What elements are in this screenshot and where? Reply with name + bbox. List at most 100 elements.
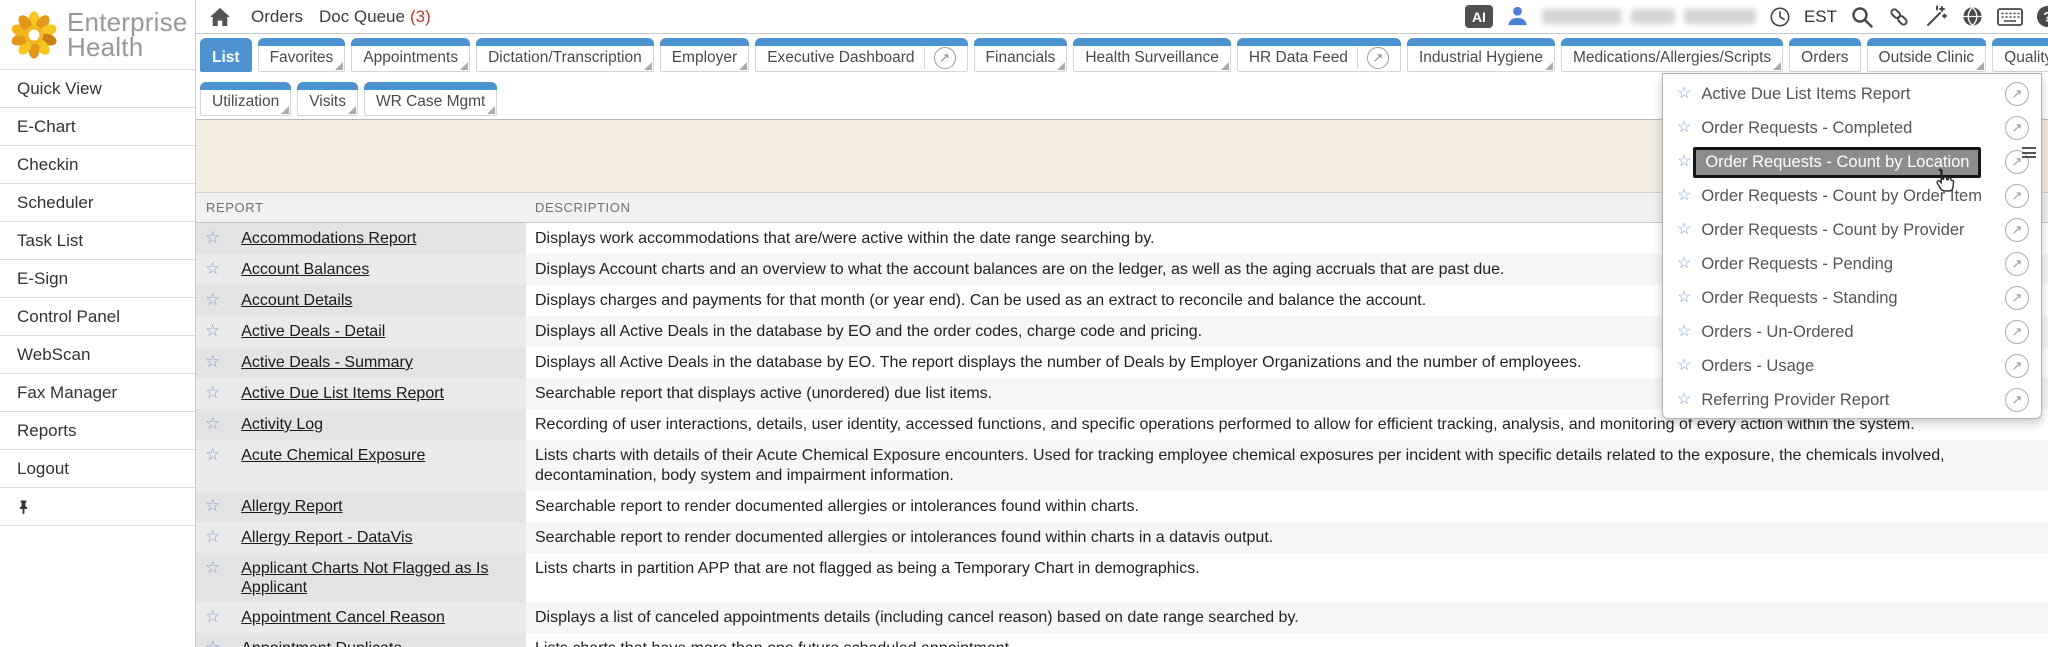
report-link[interactable]: Account Details [241,291,352,310]
report-link[interactable]: Allergy Report [241,497,342,516]
favorite-star-icon[interactable] [205,528,220,547]
report-link[interactable]: Applicant Charts Not Flagged as Is Appli… [241,559,518,597]
menu-item-label[interactable]: Referring Provider Report [1701,391,1889,410]
favorite-star-icon[interactable] [205,446,220,465]
sidebar-item[interactable]: WebScan [0,336,195,374]
tab[interactable]: Financials [974,38,1068,72]
report-link[interactable]: Acute Chemical Exposure [241,446,425,465]
external-link-icon[interactable] [2005,320,2029,344]
favorite-star-icon[interactable] [1677,85,1691,103]
link-icon[interactable] [1887,5,1911,29]
favorite-star-icon[interactable] [205,229,220,248]
magic-wand-icon[interactable] [1924,5,1948,29]
tab[interactable]: Industrial Hygiene [1407,38,1555,72]
search-icon[interactable] [1850,5,1874,29]
favorite-star-icon[interactable] [1677,357,1691,375]
menu-item[interactable]: Orders - Usage [1663,349,2041,383]
favorite-star-icon[interactable] [205,608,220,627]
favorite-star-icon[interactable] [1677,187,1691,205]
sidebar-item[interactable]: E-Sign [0,260,195,298]
keyboard-icon[interactable] [1997,7,2023,27]
tab[interactable]: Orders [1789,38,1860,72]
report-link[interactable]: Appointment Cancel Reason [241,608,445,627]
tab[interactable]: Health Surveillance [1073,38,1231,72]
globe-icon[interactable] [1961,5,1984,28]
breadcrumb-doc-queue[interactable]: Doc Queue [319,7,405,27]
report-link[interactable]: Allergy Report - DataVis [241,528,412,547]
external-link-icon[interactable] [934,47,956,69]
external-link-icon[interactable] [2005,82,2029,106]
menu-item[interactable]: Orders - Un-Ordered [1663,315,2041,349]
menu-item[interactable]: Order Requests - Count by Order Item [1663,179,2041,213]
pushpin-icon[interactable] [16,499,31,515]
favorite-star-icon[interactable] [205,291,220,310]
report-link[interactable]: Active Due List Items Report [241,384,444,403]
menu-item-label[interactable]: Active Due List Items Report [1701,85,1910,104]
external-link-icon[interactable] [2005,388,2029,412]
tab[interactable]: List [200,38,252,72]
menu-item-label[interactable]: Order Requests - Completed [1701,119,1912,138]
favorite-star-icon[interactable] [205,353,220,372]
external-link-icon[interactable] [2005,354,2029,378]
external-link-icon[interactable] [2005,252,2029,276]
report-link[interactable]: Appointment Duplicate [241,639,402,647]
tab[interactable]: Quality of Care [1992,38,2048,72]
tab[interactable]: HR Data Feed [1237,38,1401,72]
sidebar-item[interactable]: Checkin [0,146,195,184]
favorite-star-icon[interactable] [1677,119,1691,137]
tab[interactable]: WR Case Mgmt [364,82,497,116]
favorite-star-icon[interactable] [1677,153,1691,171]
favorite-star-icon[interactable] [205,260,220,279]
tab[interactable]: Appointments [351,38,470,72]
report-link[interactable]: Accommodations Report [241,229,416,248]
breadcrumb-orders[interactable]: Orders [251,7,303,27]
menu-item[interactable]: Order Requests - Count by Provider [1663,213,2041,247]
menu-item[interactable]: Order Requests - Completed [1663,111,2041,145]
menu-item-label[interactable]: Order Requests - Pending [1701,255,1893,274]
table-grip-icon[interactable] [2022,147,2036,158]
sidebar-item[interactable]: Task List [0,222,195,260]
menu-item-label[interactable]: Orders - Un-Ordered [1701,323,1853,342]
sidebar-item[interactable]: Quick View [0,70,195,108]
tab[interactable]: Employer [660,38,749,72]
favorite-star-icon[interactable] [205,497,220,516]
external-link-icon[interactable] [2005,116,2029,140]
menu-item[interactable]: Active Due List Items Report [1663,77,2041,111]
report-link[interactable]: Activity Log [241,415,323,434]
report-link[interactable]: Active Deals - Detail [241,322,385,341]
favorite-star-icon[interactable] [1677,221,1691,239]
tab[interactable]: Favorites [258,38,346,72]
external-link-icon[interactable] [1367,47,1389,69]
ai-badge[interactable]: AI [1465,5,1493,28]
sidebar-item[interactable]: Reports [0,412,195,450]
favorite-star-icon[interactable] [1677,255,1691,273]
external-link-icon[interactable] [2005,184,2029,208]
tab[interactable]: Dictation/Transcription [476,38,654,72]
menu-item[interactable]: Order Requests - Standing [1663,281,2041,315]
home-icon[interactable] [209,7,231,27]
favorite-star-icon[interactable] [205,384,220,403]
favorite-star-icon[interactable] [205,559,220,578]
tab[interactable]: Medications/Allergies/Scripts [1561,38,1783,72]
favorite-star-icon[interactable] [205,639,220,647]
report-link[interactable]: Active Deals - Summary [241,353,413,372]
menu-item[interactable]: Referring Provider Report [1663,383,2041,417]
favorite-star-icon[interactable] [1677,289,1691,307]
favorite-star-icon[interactable] [205,415,220,434]
favorite-star-icon[interactable] [1677,391,1691,409]
menu-item-label[interactable]: Orders - Usage [1701,357,1814,376]
sidebar-item[interactable]: E-Chart [0,108,195,146]
menu-item-label[interactable]: Order Requests - Count by Provider [1701,221,1964,240]
menu-item[interactable]: Order Requests - Count by Location [1663,145,2041,179]
favorite-star-icon[interactable] [1677,323,1691,341]
menu-item-label[interactable]: Order Requests - Standing [1701,289,1897,308]
sidebar-item[interactable]: Scheduler [0,184,195,222]
favorite-star-icon[interactable] [205,322,220,341]
clock-icon[interactable] [1769,6,1791,28]
tab[interactable]: Outside Clinic [1867,38,1987,72]
column-header-report[interactable]: REPORT [196,200,526,215]
sidebar-item[interactable]: Logout [0,450,195,488]
menu-item[interactable]: Order Requests - Pending [1663,247,2041,281]
tab[interactable]: Visits [297,82,358,116]
external-link-icon[interactable] [2005,286,2029,310]
